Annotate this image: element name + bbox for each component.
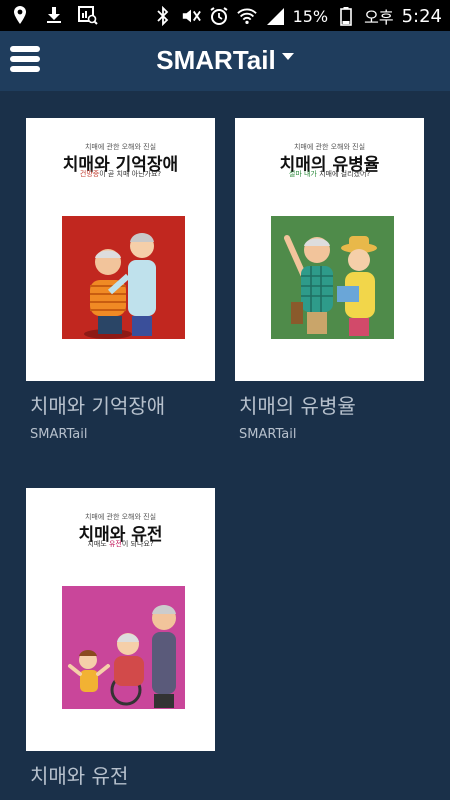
battery-icon	[336, 6, 356, 26]
app-title: SMARTail	[156, 45, 276, 75]
alarm-icon	[209, 6, 229, 26]
book-cover[interactable]: 치매에 관한 오해와 진실 치매와 기억장애 건망증이 곧 치매 아닌가요?	[26, 118, 215, 381]
book-grid: 치매에 관한 오해와 진실 치매와 기억장애 건망증이 곧 치매 아닌가요? 치…	[0, 91, 450, 800]
book-title: 치매와 기억장애	[30, 394, 166, 418]
download-icon	[44, 5, 64, 25]
mute-icon	[181, 6, 201, 26]
cover-illustration	[62, 586, 185, 709]
cover-subtitle-highlight: 건망증	[79, 170, 100, 178]
bluetooth-icon	[153, 6, 173, 26]
clock-time: 5:24	[401, 5, 442, 27]
clock-ampm: 오후	[364, 8, 394, 27]
cover-subtitle: 치매도 유전이 되나요?	[87, 540, 154, 548]
cover-illustration	[62, 216, 185, 339]
gallery-search-icon	[78, 5, 98, 25]
cover-subtitle-highlight: 설마 내가	[288, 170, 317, 178]
app-title-dropdown[interactable]: SMARTail	[0, 45, 450, 76]
location-icon	[10, 5, 30, 25]
chevron-down-icon	[281, 52, 294, 60]
app-bar: SMARTail	[0, 31, 450, 91]
book-cover[interactable]: 치매에 관한 오해와 진실 치매와 유전 치매도 유전이 되나요?	[26, 488, 215, 751]
book-title: 치매와 유전	[30, 764, 129, 788]
cover-illustration	[271, 216, 394, 339]
wifi-icon	[236, 6, 257, 26]
status-bar: 15% 오후 5:24	[0, 0, 450, 31]
battery-percent: 15%	[292, 6, 329, 26]
book-cover[interactable]: 치매에 관한 오해와 진실 치매의 유병율 설마 내가 치매에 걸리겠어?	[235, 118, 424, 381]
book-title: 치매의 유병율	[239, 394, 356, 418]
book-author: SMARTail	[239, 427, 297, 442]
signal-icon	[265, 6, 285, 26]
cover-subtitle: 건망증이 곧 치매 아닌가요?	[79, 170, 162, 178]
book-author: SMARTail	[30, 427, 88, 442]
cover-subtitle-highlight: 유전	[108, 540, 122, 548]
cover-subtitle: 설마 내가 치매에 걸리겠어?	[288, 170, 371, 178]
